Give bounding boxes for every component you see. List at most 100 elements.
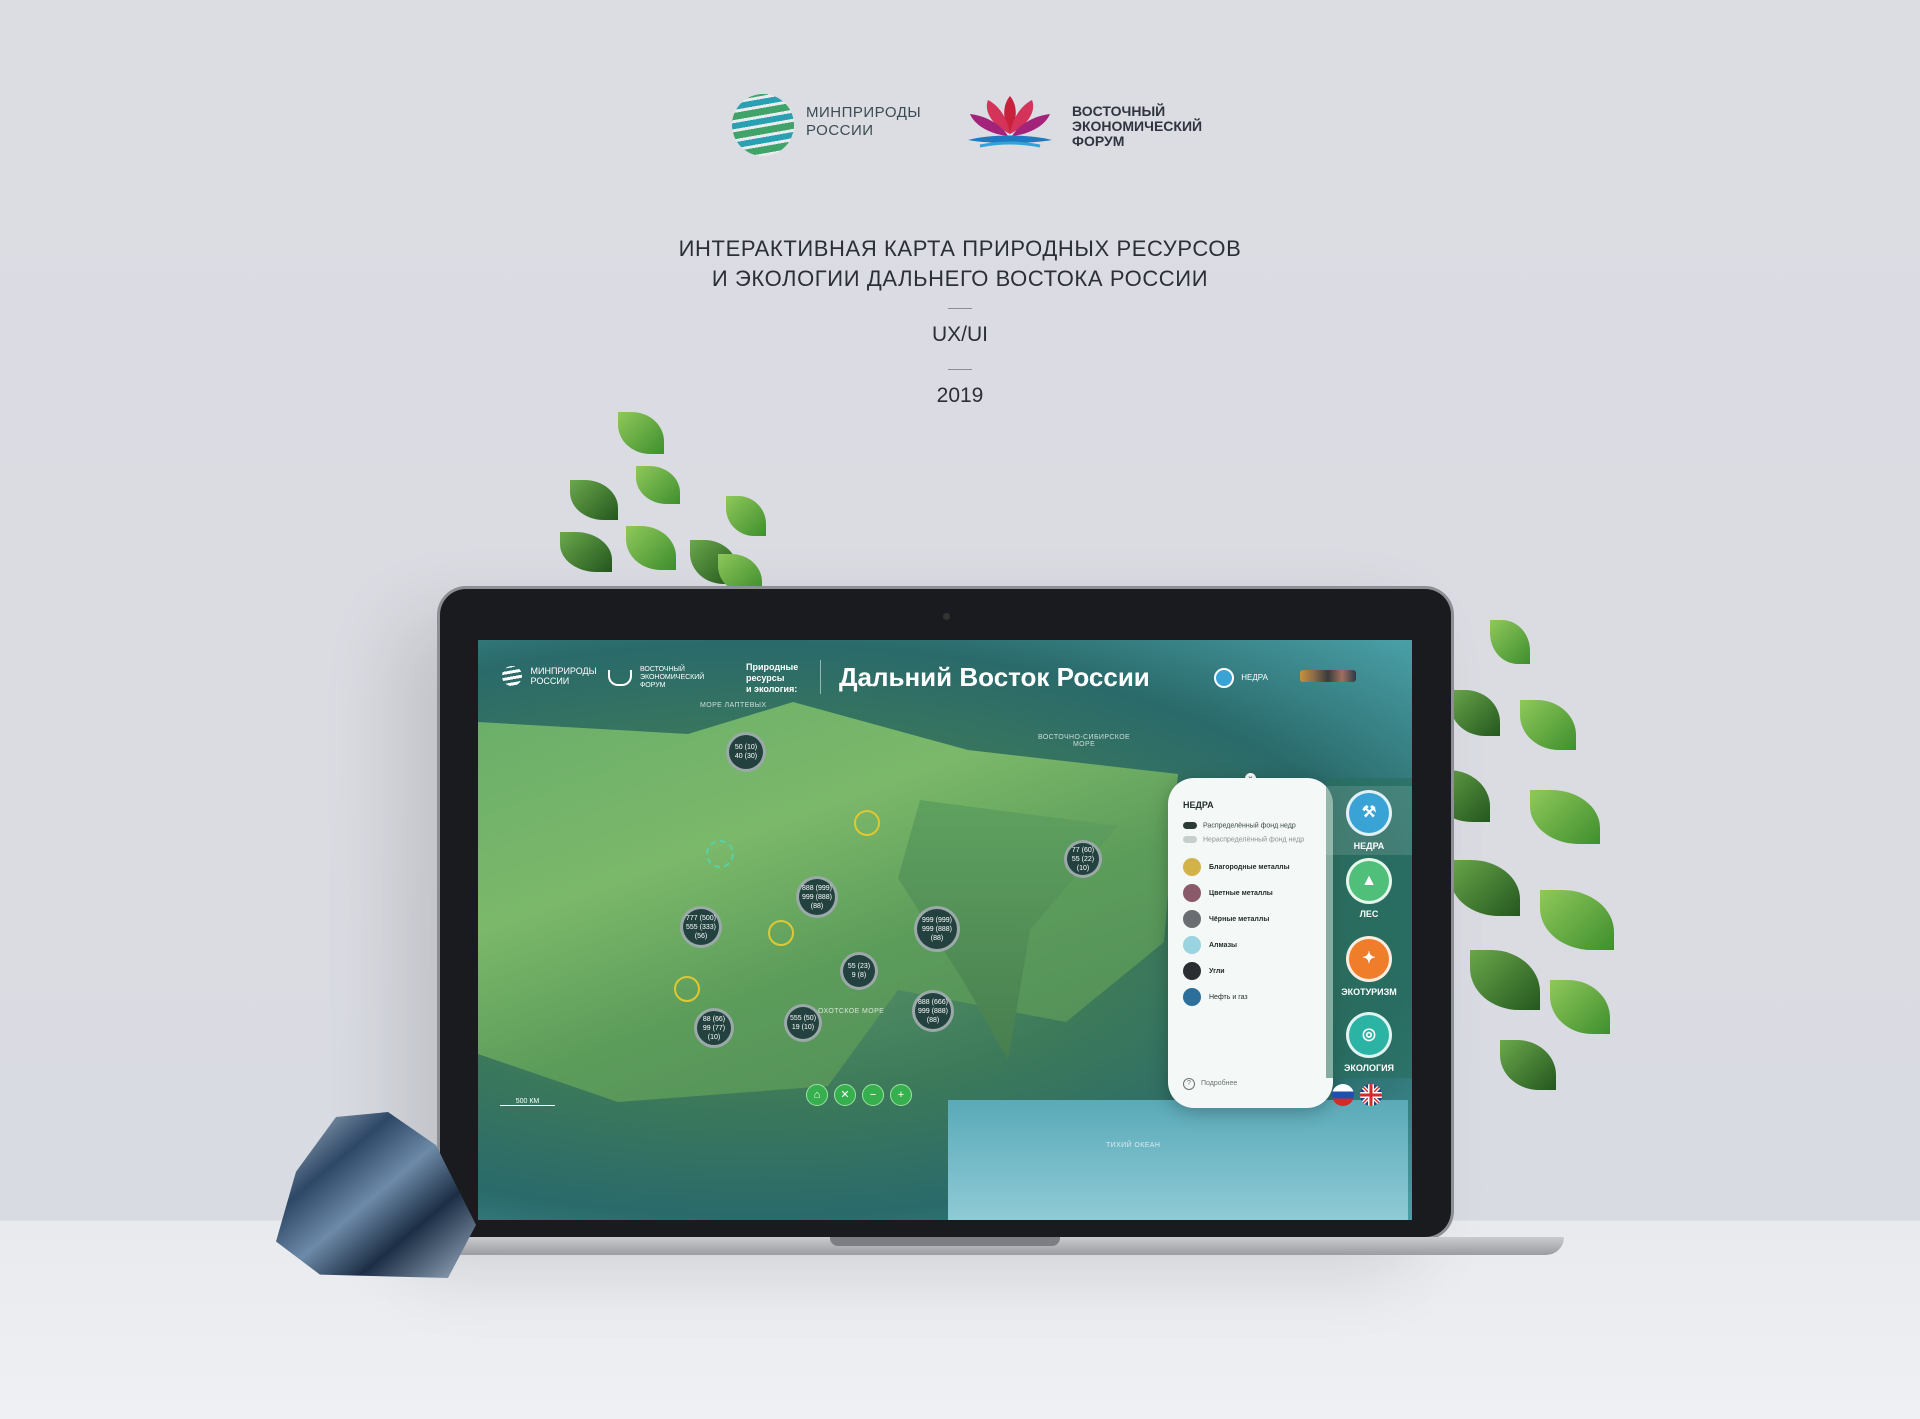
screen-eef-logo: ВОСТОЧНЫЙ ЭКОНОМИЧЕСКИЙ ФОРУМ <box>608 666 704 690</box>
resource-bubble[interactable]: 555 (50) 19 (10) <box>784 1004 822 1042</box>
rail-button-les[interactable]: ▲ ЛЕС <box>1326 858 1412 919</box>
filter-panel: НЕДРА Распределённый фонд недр Нераспред… <box>1168 778 1333 1108</box>
screen-subtitle: Природные ресурсы и экология: <box>746 662 798 695</box>
resource-bubble-value: 555 (50) <box>789 1015 817 1022</box>
resource-bubble-value: 55 (22) <box>1071 855 1095 863</box>
panel-item-ferrous-metals[interactable]: Чёрные металлы <box>1183 910 1269 928</box>
sea-label-east-siberian: ВОСТОЧНО-СИБИРСКОЕ МОРЕ <box>1038 734 1130 748</box>
partner-logos: МИНПРИРОДЫ РОССИИ ВОСТОЧНЫЙ ЭКОНОМИЧЕСКИ… <box>730 92 1202 162</box>
rail-label: ЭКОЛОГИЯ <box>1343 1063 1395 1073</box>
home-button[interactable]: ⌂ <box>806 1084 828 1106</box>
toggle-label: Распределённый фонд недр <box>1203 822 1296 830</box>
plant-left-decoration <box>540 400 770 600</box>
resource-bubble-value: 999 (888) <box>802 893 832 901</box>
panel-item-label: Угли <box>1209 967 1225 975</box>
screen-logo-eef-line1: ВОСТОЧНЫЙ <box>639 666 685 673</box>
panel-item-oil-gas[interactable]: Нефть и газ <box>1183 988 1248 1006</box>
help-icon: ? <box>1183 1078 1195 1090</box>
toggle-distributed-fund[interactable]: Распределённый фонд недр <box>1183 822 1296 829</box>
diamond-icon <box>1183 936 1201 954</box>
map-ring-marker[interactable] <box>768 920 794 946</box>
resource-bubble-value: 77 (60) <box>1071 846 1095 854</box>
resource-bubble[interactable]: 888 (999) 999 (888) (88) <box>796 876 838 918</box>
panel-item-label: Нефть и газ <box>1209 993 1248 1001</box>
resource-bubble-value: 888 (999) <box>802 884 832 892</box>
lotus-icon <box>608 670 632 686</box>
laptop-notch <box>830 1237 1060 1246</box>
panel-title: НЕДРА <box>1183 800 1214 810</box>
ecology-icon: ◎ <box>1346 1012 1392 1058</box>
resource-bubble-value: 19 (10) <box>791 1024 815 1031</box>
active-layer-chip[interactable]: НЕДРА <box>1214 668 1268 688</box>
minprirody-logo-line1: МИНПРИРОДЫ <box>806 104 922 121</box>
resource-bubble-value: 999 (888) <box>918 1007 948 1015</box>
copper-icon <box>1183 884 1201 902</box>
panel-item-diamonds[interactable]: Алмазы <box>1183 936 1237 954</box>
minprirody-emblem-icon <box>732 94 794 156</box>
panel-item-coal[interactable]: Угли <box>1183 962 1225 980</box>
discipline-label: UX/UI <box>931 323 988 346</box>
panel-item-precious-metals[interactable]: Благородные металлы <box>1183 858 1290 876</box>
iron-icon <box>1183 910 1201 928</box>
map-sea <box>948 1100 1408 1220</box>
reset-button[interactable]: ✕ <box>834 1084 856 1106</box>
rail-label: ЭКОТУРИЗМ <box>1341 987 1397 997</box>
page-title-line2: И ЭКОЛОГИИ ДАЛЬНЕГО ВОСТОКА РОССИИ <box>711 266 1209 291</box>
oil-drop-icon <box>1183 988 1201 1006</box>
coal-icon <box>1183 962 1201 980</box>
resource-bubble[interactable]: 55 (23) 9 (8) <box>840 952 878 990</box>
category-rail: ⚒ НЕДРА ▲ ЛЕС ✦ ЭКОТУРИЗМ ◎ ЭКОЛОГИЯ <box>1326 778 1412 1078</box>
resource-bubble[interactable]: 888 (666) 999 (888) (88) <box>912 990 954 1032</box>
minprirody-logo-line2: РОССИИ <box>806 122 874 139</box>
panel-more-link[interactable]: ? Подробнее <box>1183 1078 1237 1090</box>
screen-heading: Дальний Восток России <box>839 662 1150 692</box>
map-ring-marker[interactable] <box>706 840 734 868</box>
resource-bubble[interactable]: 50 (10) 40 (30) <box>726 732 766 772</box>
screen-subtitle-line1: Природные <box>746 662 799 672</box>
resource-bubble-value: 9 (8) <box>851 972 867 979</box>
rail-button-ecology[interactable]: ◎ ЭКОЛОГИЯ <box>1326 1012 1412 1073</box>
screen-logo-mnr-line1: МИНПРИРОДЫ <box>530 666 597 676</box>
resource-bubble[interactable]: 999 (999) 999 (888) (88) <box>914 906 960 952</box>
screen-logo-eef-line2: ЭКОНОМИЧЕСКИЙ <box>639 674 705 681</box>
header-divider <box>820 660 821 694</box>
zoom-in-button[interactable]: + <box>890 1084 912 1106</box>
resource-bubble-value: 555 (333) <box>686 923 716 931</box>
resource-bubble-value: 40 (30) <box>734 753 758 760</box>
resource-bubble-value: (88) <box>926 1016 940 1024</box>
hiker-icon: ✦ <box>1346 936 1392 982</box>
toggle-label: Нераспределённый фонд недр <box>1203 836 1305 844</box>
divider <box>948 369 972 370</box>
resource-bubble-value: 50 (10) <box>734 744 758 751</box>
panel-item-label: Благородные металлы <box>1209 863 1290 871</box>
lotus-icon <box>968 96 1052 148</box>
resource-bubble[interactable]: 88 (66) 99 (77) (10) <box>694 1008 734 1048</box>
screen-logo-eef-line3: ФОРУМ <box>639 682 666 689</box>
sea-label-okhotsk: ОХОТСКОЕ МОРЕ <box>818 1008 885 1015</box>
resource-bubble-value: 888 (666) <box>918 998 948 1006</box>
eef-logo: ВОСТОЧНЫЙ ЭКОНОМИЧЕСКИЙ ФОРУМ <box>960 92 1202 162</box>
rail-button-ecotourism[interactable]: ✦ ЭКОТУРИЗМ <box>1326 936 1412 997</box>
map-scale: 500 КМ <box>500 1098 555 1106</box>
resource-bubble-value: 88 (66) <box>702 1015 726 1023</box>
sea-label-east-siberian-line2: МОРЕ <box>1072 741 1096 748</box>
language-en-flag-icon[interactable] <box>1360 1084 1382 1106</box>
divider <box>948 308 972 309</box>
active-layer-label: НЕДРА <box>1241 673 1268 683</box>
resource-bubble[interactable]: 77 (60) 55 (22) (10) <box>1064 840 1102 878</box>
resource-bubble-value: 777 (500) <box>686 914 716 922</box>
uk-flag-icon <box>1360 1084 1382 1106</box>
zoom-out-button[interactable]: − <box>862 1084 884 1106</box>
sea-label-pacific: ТИХИЙ ОКЕАН <box>1106 1142 1161 1149</box>
rail-button-nedra[interactable]: ⚒ НЕДРА <box>1326 786 1412 855</box>
map-ring-marker[interactable] <box>674 976 700 1002</box>
toggle-undistributed-fund[interactable]: Нераспределённый фонд недр <box>1183 836 1304 843</box>
language-ru-flag-icon[interactable] <box>1332 1084 1354 1106</box>
resource-bubble-value: (88) <box>930 934 944 942</box>
pickaxe-icon: ⚒ <box>1346 790 1392 836</box>
map-ring-marker[interactable] <box>854 810 880 836</box>
panel-item-label: Алмазы <box>1209 941 1238 949</box>
panel-item-nonferrous-metals[interactable]: Цветные металлы <box>1183 884 1273 902</box>
resource-bubble[interactable]: 777 (500) 555 (333) (56) <box>680 906 722 948</box>
minprirody-emblem-icon <box>502 666 522 686</box>
